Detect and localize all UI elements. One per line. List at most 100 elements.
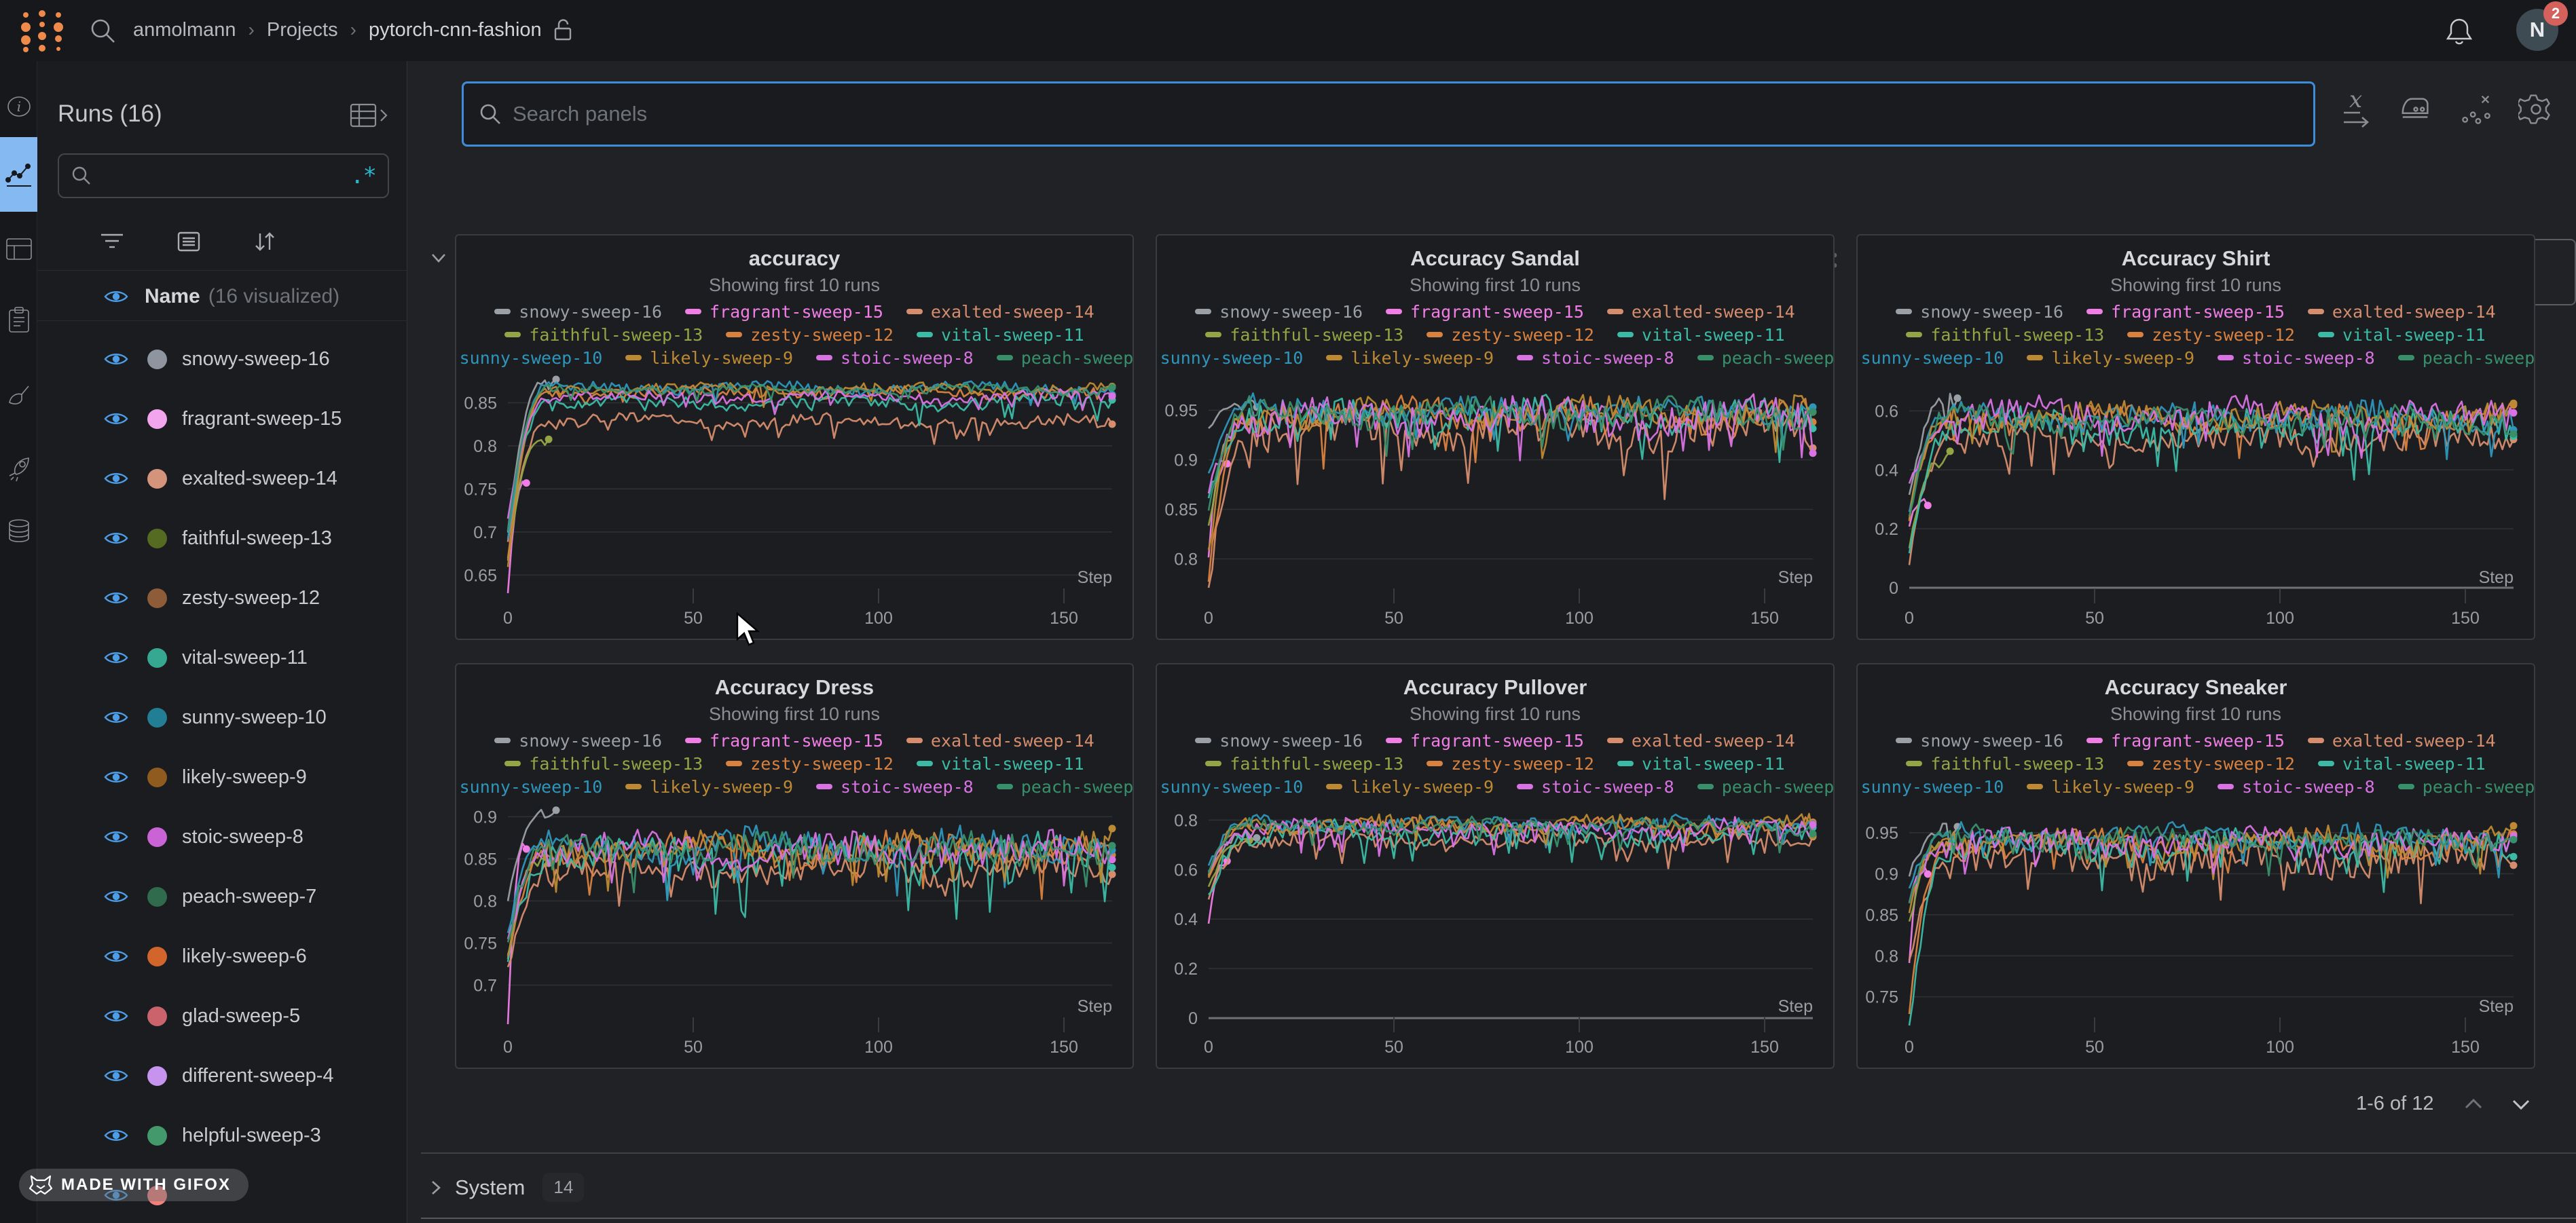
legend-item[interactable]: fragrant-sweep-15 (2086, 302, 2285, 322)
legend-item[interactable]: sunny-sweep-10 (1156, 777, 1303, 797)
legend-item[interactable]: snowy-sweep-16 (1195, 302, 1363, 322)
group-list-icon[interactable] (177, 231, 200, 255)
run-name[interactable]: vital-sweep-11 (182, 647, 308, 669)
system-section-header[interactable]: System 14 (430, 1173, 584, 1202)
legend-item[interactable]: stoic-sweep-8 (1517, 348, 1674, 368)
expand-runs-table-button[interactable] (350, 102, 388, 132)
smoothing-iron-icon[interactable] (2399, 87, 2434, 132)
filter-icon[interactable] (100, 232, 124, 255)
run-name[interactable]: snowy-sweep-16 (182, 348, 330, 371)
legend-item[interactable]: stoic-sweep-8 (1517, 777, 1674, 797)
run-row[interactable]: zesty-sweep-12 (37, 568, 407, 628)
legend-item[interactable]: zesty-sweep-12 (726, 754, 894, 774)
legend-item[interactable]: likely-sweep-9 (2027, 777, 2194, 797)
legend-item[interactable]: fragrant-sweep-15 (1386, 302, 1584, 322)
chevron-right-icon[interactable] (430, 1180, 441, 1196)
legend-item[interactable]: exalted-sweep-14 (2308, 302, 2496, 322)
visibility-eye-icon[interactable] (104, 1008, 128, 1024)
run-name[interactable]: helpful-sweep-3 (182, 1125, 321, 1147)
legend-item[interactable]: stoic-sweep-8 (816, 777, 974, 797)
visibility-eye-icon[interactable] (104, 288, 128, 305)
artifacts-database-icon[interactable] (0, 501, 37, 562)
legend-item[interactable]: fragrant-sweep-15 (1386, 731, 1584, 751)
jobs-clipboard-icon[interactable] (0, 289, 37, 350)
legend-item[interactable]: sunny-sweep-10 (455, 777, 602, 797)
legend-item[interactable]: vital-sweep-11 (2318, 754, 2486, 774)
legend-item[interactable]: likely-sweep-9 (2027, 348, 2194, 368)
chart-panel[interactable]: Accuracy SneakerShowing first 10 runssno… (1856, 663, 2535, 1069)
run-row[interactable]: snowy-sweep-16 (37, 329, 407, 389)
run-row[interactable]: helpful-sweep-3 (37, 1106, 407, 1165)
panel-search-bar[interactable] (462, 81, 2315, 147)
settings-gear-icon[interactable] (2518, 87, 2554, 132)
visibility-eye-icon[interactable] (104, 650, 128, 666)
legend-item[interactable]: faithful-sweep-13 (1906, 754, 2104, 774)
run-row[interactable]: glad-sweep-5 (37, 986, 407, 1046)
run-name[interactable]: likely-sweep-9 (182, 766, 307, 789)
visibility-eye-icon[interactable] (104, 470, 128, 487)
run-row[interactable]: vital-sweep-11 (37, 628, 407, 688)
visibility-eye-icon[interactable] (104, 590, 128, 606)
run-row[interactable]: sunny-sweep-10 (37, 688, 407, 747)
legend-item[interactable]: likely-sweep-9 (625, 348, 793, 368)
legend-item[interactable]: exalted-sweep-14 (1607, 302, 1795, 322)
breadcrumb-projects[interactable]: Projects (267, 19, 338, 41)
chart-panel[interactable]: Accuracy PulloverShowing first 10 runssn… (1156, 663, 1835, 1069)
launch-rocket-icon[interactable] (0, 438, 37, 500)
charts-workspace-icon[interactable] (0, 137, 37, 212)
legend-item[interactable]: exalted-sweep-14 (906, 731, 1094, 751)
legend-item[interactable]: fragrant-sweep-15 (2086, 731, 2285, 751)
legend-item[interactable]: vital-sweep-11 (1617, 325, 1785, 345)
legend-item[interactable]: sunny-sweep-10 (455, 348, 602, 368)
runs-name-header[interactable]: Name (16 visualized) (37, 273, 407, 320)
run-name[interactable]: exalted-sweep-14 (182, 468, 337, 490)
visibility-eye-icon[interactable] (104, 769, 128, 785)
legend-item[interactable]: peach-sweep-7 (997, 348, 1134, 368)
legend-item[interactable]: faithful-sweep-13 (504, 325, 703, 345)
run-row[interactable]: exalted-sweep-14 (37, 449, 407, 508)
visibility-eye-icon[interactable] (104, 530, 128, 546)
breadcrumb-project-name[interactable]: pytorch-cnn-fashion (369, 19, 542, 41)
run-row[interactable]: faithful-sweep-13 (37, 508, 407, 568)
legend-item[interactable]: vital-sweep-11 (917, 754, 1084, 774)
visibility-eye-icon[interactable] (104, 888, 128, 905)
runs-table-icon[interactable] (0, 219, 37, 280)
legend-item[interactable]: sunny-sweep-10 (1856, 348, 2004, 368)
global-search-icon[interactable] (90, 18, 117, 45)
run-row[interactable]: likely-sweep-6 (37, 926, 407, 986)
legend-item[interactable]: fragrant-sweep-15 (685, 731, 883, 751)
run-row[interactable]: different-sweep-4 (37, 1046, 407, 1106)
run-name[interactable]: fragrant-sweep-15 (182, 408, 342, 430)
run-row[interactable]: stoic-sweep-8 (37, 807, 407, 867)
legend-item[interactable]: vital-sweep-11 (2318, 325, 2486, 345)
legend-item[interactable]: peach-sweep-7 (1697, 348, 1835, 368)
chart-panel[interactable]: Accuracy ShirtShowing first 10 runssnowy… (1856, 234, 2535, 640)
legend-item[interactable]: exalted-sweep-14 (1607, 731, 1795, 751)
breadcrumb-user[interactable]: anmolmann (133, 19, 236, 41)
visibility-eye-icon[interactable] (104, 1127, 128, 1144)
legend-item[interactable]: peach-sweep-7 (2398, 348, 2535, 368)
chart-panel[interactable]: accuracyShowing first 10 runssnowy-sweep… (455, 234, 1134, 640)
legend-item[interactable]: exalted-sweep-14 (906, 302, 1094, 322)
sort-icon[interactable] (253, 231, 276, 256)
legend-item[interactable]: likely-sweep-9 (625, 777, 793, 797)
run-name[interactable]: stoic-sweep-8 (182, 826, 303, 848)
legend-item[interactable]: faithful-sweep-13 (1205, 754, 1403, 774)
legend-item[interactable]: stoic-sweep-8 (816, 348, 974, 368)
visibility-eye-icon[interactable] (104, 351, 128, 367)
legend-item[interactable]: stoic-sweep-8 (2218, 348, 2375, 368)
legend-item[interactable]: snowy-sweep-16 (1896, 731, 2063, 751)
legend-item[interactable]: zesty-sweep-12 (1427, 754, 1594, 774)
run-row[interactable]: peach-sweep-7 (37, 867, 407, 926)
legend-item[interactable]: peach-sweep-7 (997, 777, 1134, 797)
legend-item[interactable]: snowy-sweep-16 (1195, 731, 1363, 751)
legend-item[interactable]: peach-sweep-7 (1697, 777, 1835, 797)
legend-item[interactable]: fragrant-sweep-15 (685, 302, 883, 322)
panel-search-input[interactable] (513, 102, 2298, 126)
run-name[interactable]: glad-sweep-5 (182, 1005, 300, 1028)
overview-info-icon[interactable]: i (0, 76, 37, 137)
notifications-bell-icon[interactable] (2444, 16, 2474, 47)
run-name[interactable]: faithful-sweep-13 (182, 527, 332, 550)
legend-item[interactable]: vital-sweep-11 (917, 325, 1084, 345)
legend-item[interactable]: snowy-sweep-16 (494, 302, 662, 322)
